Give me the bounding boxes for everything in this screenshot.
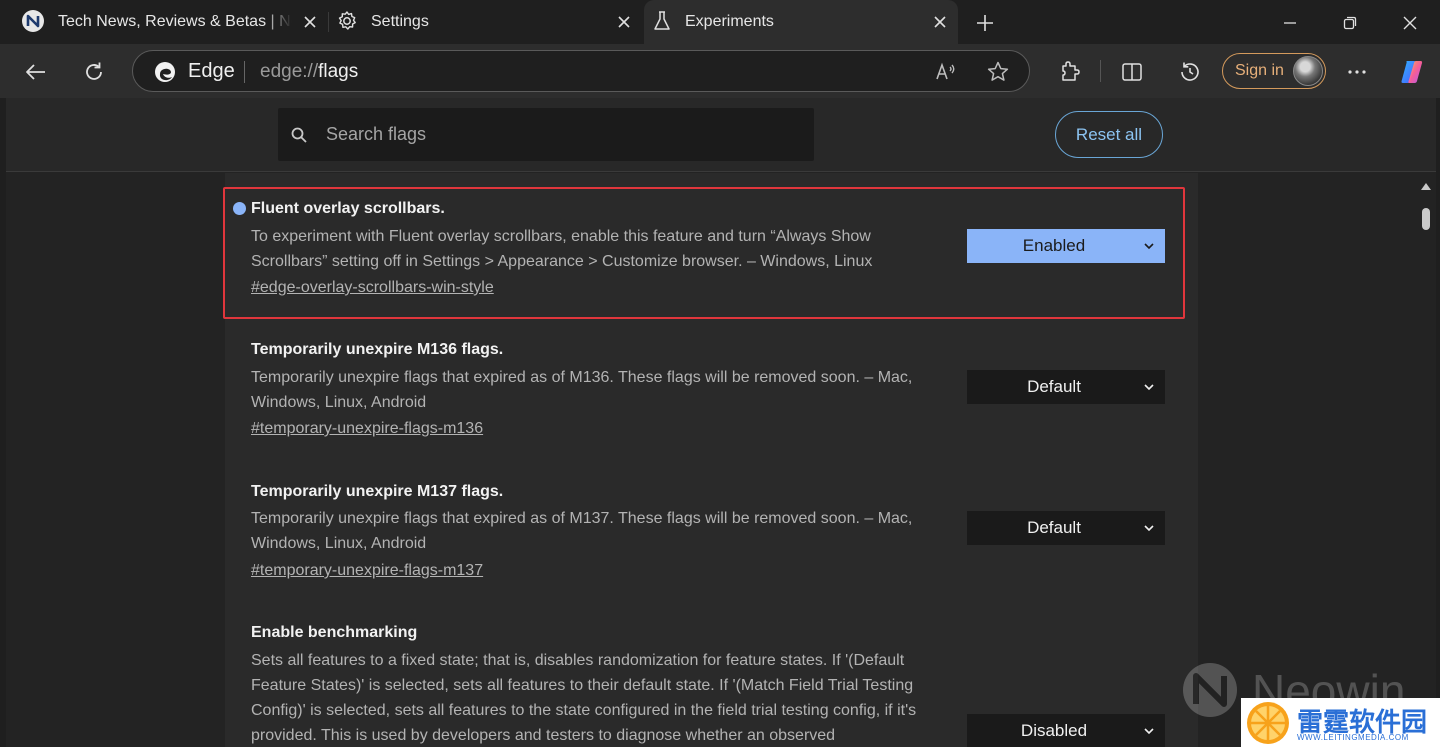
new-tab-button[interactable] <box>970 8 1000 38</box>
flag-state-label: Disabled <box>1020 721 1088 740</box>
more-menu-button[interactable] <box>1341 56 1373 88</box>
sign-in-label: Sign in <box>1235 62 1284 79</box>
back-button[interactable] <box>20 56 52 88</box>
favorite-star-icon[interactable] <box>986 60 1010 89</box>
search-input[interactable] <box>326 108 796 161</box>
close-icon[interactable] <box>928 10 952 34</box>
history-button[interactable] <box>1174 56 1206 88</box>
arrow-left-icon <box>26 64 45 80</box>
scrollbar-thumb[interactable] <box>1422 208 1430 230</box>
reset-all-button[interactable]: Reset all <box>1055 111 1163 158</box>
neowin-favicon <box>22 10 44 32</box>
flags-page: Reset all Fluent overlay scrollbars. To … <box>6 98 1436 747</box>
omnibox-divider <box>244 61 245 83</box>
modified-indicator-icon <box>233 202 246 215</box>
chevron-down-icon <box>1144 384 1154 391</box>
flag-state-select[interactable]: Default <box>967 511 1165 545</box>
flag-description: Temporarily unexpire flags that expired … <box>251 510 913 552</box>
search-box[interactable] <box>278 108 814 161</box>
gear-icon <box>336 10 358 37</box>
tab-neowin[interactable]: Tech News, Reviews & Betas | Neowin <box>0 0 328 44</box>
flag-state-label: Default <box>1027 518 1081 537</box>
flag-state-select[interactable]: Enabled <box>967 229 1165 263</box>
flag-title: Enable benchmarking <box>251 624 418 641</box>
neowin-logo-icon <box>1183 663 1237 717</box>
chevron-down-icon <box>1144 243 1154 250</box>
minimize-button[interactable] <box>1275 8 1305 38</box>
minimize-icon <box>1284 22 1296 24</box>
sign-in-button[interactable]: Sign in <box>1222 53 1326 89</box>
flag-description: To experiment with Fluent overlay scroll… <box>251 228 873 270</box>
flag-state-label: Default <box>1027 377 1081 396</box>
close-icon[interactable] <box>612 10 636 34</box>
edge-logo-icon <box>153 60 177 89</box>
flag-link[interactable]: #temporary-unexpire-flags-m137 <box>251 562 483 580</box>
flag-state-select[interactable]: Default <box>967 370 1165 404</box>
flag-state-select[interactable]: Disabled <box>967 714 1165 747</box>
toolbar-separator <box>1100 60 1101 82</box>
chevron-down-icon <box>1144 525 1154 532</box>
flag-title: Temporarily unexpire M137 flags. <box>251 483 504 500</box>
tab-title: Settings <box>371 13 429 30</box>
leiting-watermark-url: WWW.LEITINGMEDIA.COM <box>1297 733 1409 742</box>
flags-header: Reset all <box>6 98 1436 172</box>
url-text[interactable]: edge://flags <box>260 61 358 83</box>
flag-description: Temporarily unexpire flags that expired … <box>251 369 913 411</box>
flag-title: Fluent overlay scrollbars. <box>251 200 445 217</box>
search-icon <box>290 126 308 149</box>
tab-title: Tech News, Reviews & Betas | Neowin <box>58 13 292 30</box>
flags-list: Fluent overlay scrollbars. To experiment… <box>223 173 1198 747</box>
extensions-button[interactable] <box>1053 56 1085 88</box>
browser-toolbar: Edge edge://flags Sign in <box>0 44 1440 98</box>
flag-link[interactable]: #edge-overlay-scrollbars-win-style <box>251 279 494 297</box>
copilot-button[interactable] <box>1396 56 1428 88</box>
split-screen-icon <box>1122 63 1142 81</box>
read-aloud-icon[interactable] <box>934 60 958 89</box>
history-icon <box>1181 62 1199 81</box>
tab-strip: Tech News, Reviews & Betas | Neowin Sett… <box>0 0 1440 44</box>
restore-icon <box>1343 16 1357 30</box>
tab-experiments[interactable]: Experiments <box>644 0 958 44</box>
edge-brand-label: Edge <box>188 60 235 82</box>
plus-icon <box>977 15 993 31</box>
refresh-icon <box>86 62 102 80</box>
copilot-icon <box>1401 61 1423 83</box>
flag-link[interactable]: #temporary-unexpire-flags-m136 <box>251 420 483 438</box>
refresh-button[interactable] <box>78 56 110 88</box>
leiting-watermark: 雷霆软件园 WWW.LEITINGMEDIA.COM <box>1241 698 1440 747</box>
url-host: flags <box>318 61 359 82</box>
address-bar[interactable]: Edge edge://flags <box>132 50 1030 92</box>
flag-title: Temporarily unexpire M136 flags. <box>251 341 504 358</box>
chevron-down-icon <box>1144 728 1154 735</box>
tab-settings[interactable]: Settings <box>328 0 642 44</box>
more-horizontal-icon <box>1348 70 1366 74</box>
orange-slice-icon <box>1247 702 1289 744</box>
close-window-button[interactable] <box>1395 8 1425 38</box>
puzzle-icon <box>1062 61 1080 81</box>
scroll-up-arrow-icon[interactable] <box>1420 181 1432 191</box>
restore-button[interactable] <box>1335 8 1365 38</box>
close-icon <box>1403 16 1417 30</box>
split-screen-button[interactable] <box>1116 56 1148 88</box>
beaker-icon <box>651 10 673 37</box>
flag-description: Sets all features to a fixed state; that… <box>251 652 917 744</box>
close-icon[interactable] <box>298 10 322 34</box>
avatar <box>1293 56 1323 86</box>
url-scheme: edge:// <box>260 61 319 82</box>
tab-title: Experiments <box>685 13 774 30</box>
flag-state-label: Enabled <box>1022 236 1086 255</box>
